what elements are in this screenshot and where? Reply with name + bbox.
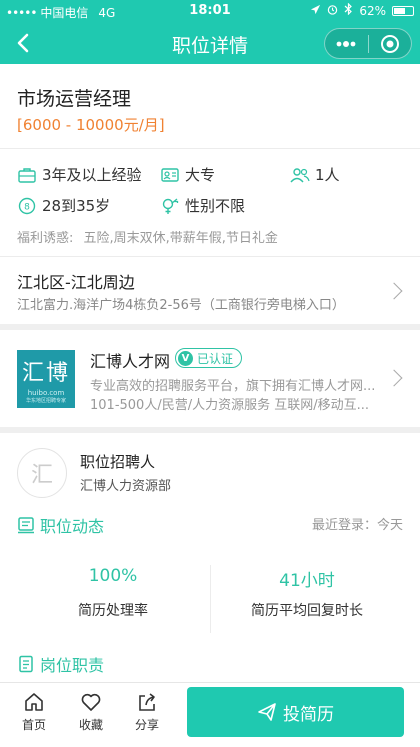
tab-share-label: 分享 — [134, 718, 159, 732]
tab-share[interactable]: 分享 — [127, 691, 167, 733]
svg-text:8: 8 — [24, 202, 30, 212]
battery-percent: 62% — [359, 3, 386, 18]
verified-label: 已认证 — [197, 351, 234, 366]
welfare-label: 福利诱惑: — [17, 231, 74, 246]
status-right: 62% — [310, 2, 414, 18]
experience-requirement: 3年及以上经验 — [17, 164, 142, 185]
chevron-right-icon — [385, 282, 403, 300]
title-bar: 职位详情 — [0, 22, 420, 64]
divider — [0, 148, 420, 149]
duties-title: 岗位职责 — [40, 656, 105, 675]
status-bar: ••••• 中国电信 4G 18:01 62% — [0, 0, 420, 22]
more-button[interactable] — [325, 28, 368, 59]
chevron-right-icon — [385, 369, 403, 387]
company-logo-text: 汇博 — [21, 360, 70, 386]
job-duties-heading: 岗位职责 — [17, 652, 104, 676]
gender-requirement: 性别不限 — [160, 195, 245, 216]
experience-text: 3年及以上经验 — [42, 166, 142, 184]
welfare-row: 福利诱惑: 五险,周末双休,带薪年假,节日礼金 — [17, 227, 278, 246]
duties-icon — [19, 655, 33, 673]
job-title: 市场运营经理 — [17, 88, 132, 110]
process-rate-label: 简历处理率 — [78, 603, 148, 619]
address-title: 江北区-江北周边 — [17, 273, 135, 292]
address-row[interactable]: 江北区-江北周边 江北富力.海洋广场4栋负2-56号（工商银行旁电梯入口） — [0, 257, 420, 324]
content-scroll[interactable]: 市场运营经理 [6000 - 10000元/月] 3年及以上经验 大专 1人 8 — [0, 64, 420, 682]
company-description: 专业高效的招聘服务平台，旗下拥有汇博人才网... — [90, 379, 376, 394]
people-icon — [290, 165, 310, 185]
apply-resume-button[interactable]: 投简历 — [187, 687, 404, 737]
bottom-tab-bar: 首页 收藏 分享 投简历 — [0, 682, 420, 747]
company-logo: 汇博 huibo.com 华东地区招聘专家 — [17, 350, 75, 408]
share-icon — [139, 693, 155, 711]
age-icon: 8 — [17, 196, 37, 216]
reply-time-value: 41小时 — [279, 571, 335, 591]
id-card-icon — [160, 165, 180, 185]
job-dynamics-heading: 职位动态 — [17, 513, 104, 537]
last-login: 最近登录：今天 — [311, 518, 403, 533]
tab-home-label: 首页 — [21, 718, 46, 732]
recruiter-card: 汇 职位招聘人 汇博人力资源部 职位动态 最近登录：今天 100% 简历处理率 … — [0, 433, 420, 682]
tab-home[interactable]: 首页 — [14, 691, 54, 733]
recruiter-company: 汇博人力资源部 — [80, 479, 172, 494]
dynamics-icon — [18, 517, 34, 534]
battery-icon — [392, 5, 414, 16]
education-requirement: 大专 — [160, 164, 215, 185]
more-dots-icon — [336, 40, 356, 47]
close-mini-program-button[interactable] — [368, 28, 411, 59]
home-icon — [25, 693, 43, 711]
apply-label: 投简历 — [283, 704, 334, 725]
alarm-icon — [327, 4, 338, 18]
salary-range: [6000 - 10000元/月] — [17, 116, 165, 134]
verified-icon: V — [178, 350, 193, 366]
briefcase-icon — [17, 165, 37, 185]
send-icon — [258, 703, 276, 721]
job-summary-card: 市场运营经理 [6000 - 10000元/月] 3年及以上经验 大专 1人 8 — [0, 64, 420, 324]
education-text: 大专 — [185, 166, 216, 184]
tab-favorite[interactable]: 收藏 — [71, 691, 111, 733]
company-logo-domain: huibo.com — [27, 388, 65, 397]
company-logo-slogan: 华东地区招聘专家 — [25, 397, 66, 404]
tab-favorite-label: 收藏 — [78, 718, 103, 732]
address-detail: 江北富力.海洋广场4栋负2-56号（工商银行旁电梯入口） — [17, 298, 345, 313]
dynamics-title: 职位动态 — [40, 517, 105, 536]
company-card[interactable]: 汇博 huibo.com 华东地区招聘专家 汇博人才网 V 已认证 专业高效的招… — [0, 330, 420, 427]
age-requirement: 8 28到35岁 — [17, 195, 110, 216]
bluetooth-icon — [344, 2, 353, 18]
target-close-icon — [380, 34, 399, 53]
verified-badge: V 已认证 — [175, 348, 243, 368]
recruiter-avatar: 汇 — [17, 448, 67, 498]
headcount-requirement: 1人 — [290, 164, 340, 185]
mini-program-capsule — [324, 28, 412, 59]
location-icon — [310, 4, 321, 18]
recruiter-role: 职位招聘人 — [80, 453, 156, 471]
age-text: 28到35岁 — [42, 197, 111, 215]
reply-time-label: 简历平均回复时长 — [251, 603, 363, 619]
company-name: 汇博人才网 — [90, 352, 171, 371]
headcount-text: 1人 — [315, 166, 340, 184]
welfare-items: 五险,周末双休,带薪年假,节日礼金 — [83, 231, 278, 246]
gender-text: 性别不限 — [185, 197, 246, 215]
gender-icon — [160, 196, 180, 216]
heart-icon — [81, 693, 101, 711]
process-rate-value: 100% — [88, 566, 138, 586]
company-meta: 101-500人/民营/人力资源服务 互联网/移动互... — [90, 398, 369, 413]
